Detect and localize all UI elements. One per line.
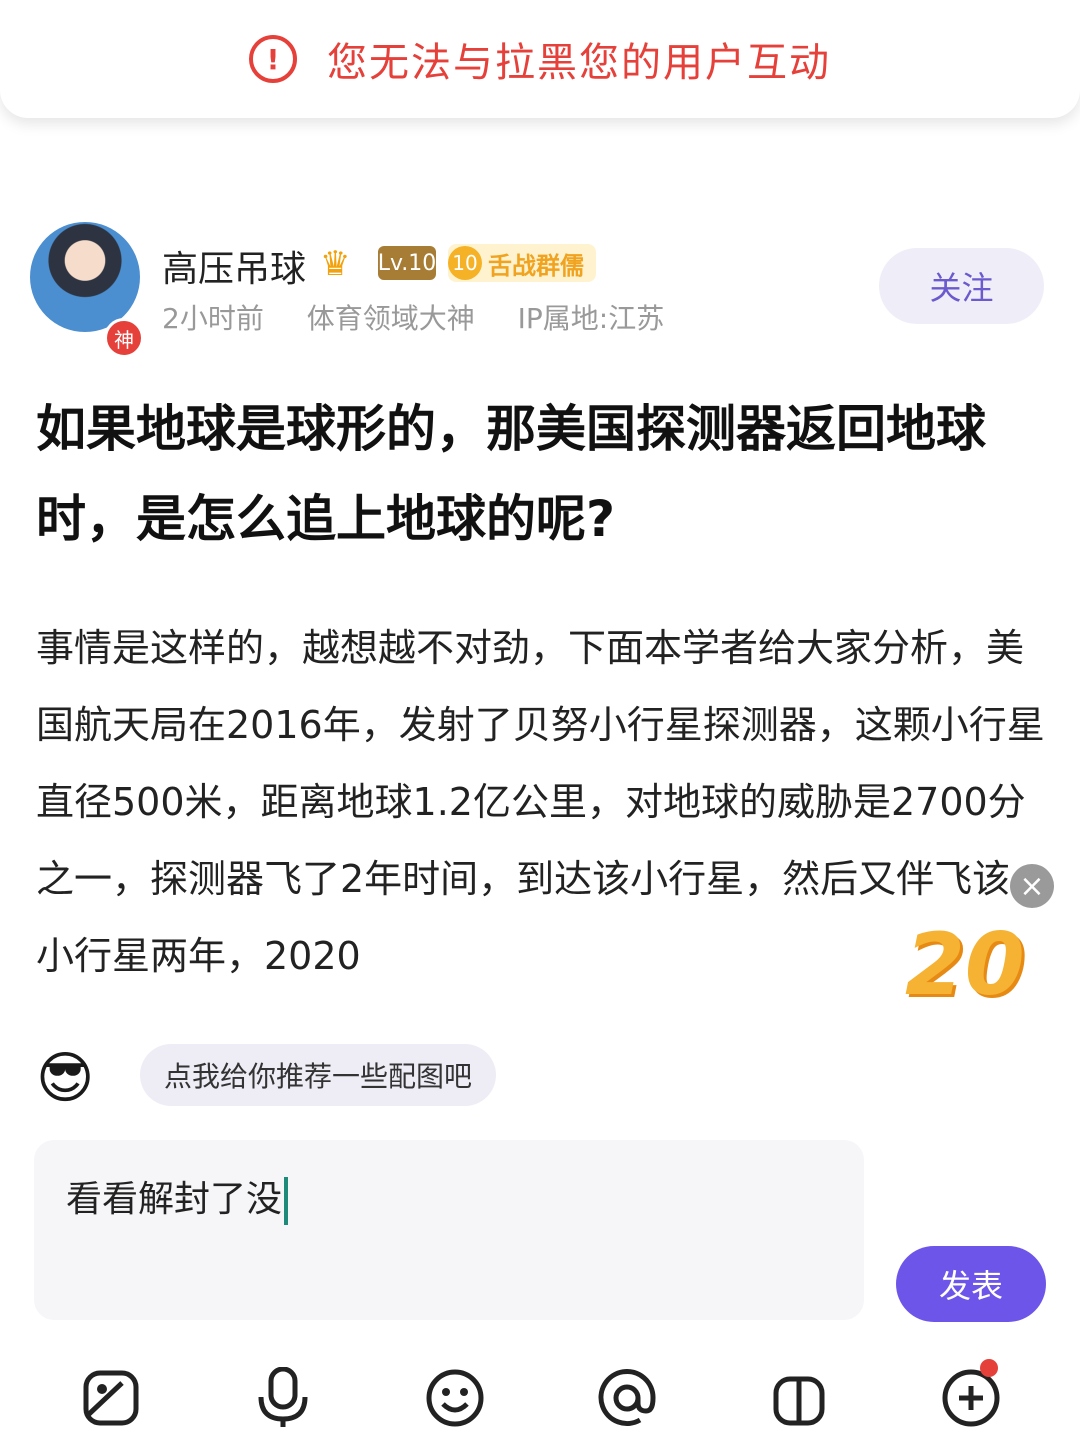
sunglasses-emoji-icon[interactable]: 😎 (36, 1046, 94, 1111)
title-badge-number: 10 (448, 246, 482, 280)
follow-button[interactable]: 关注 (879, 248, 1044, 324)
composer-toolbar (0, 1359, 1080, 1445)
emoji-icon[interactable] (422, 1365, 488, 1431)
author-name[interactable]: 高压吊球 (162, 240, 306, 292)
image-suggestion-bubble[interactable]: 点我给你推荐一些配图吧 (140, 1044, 497, 1106)
title-badge-text: 舌战群儒 (488, 251, 584, 280)
post-time: 2小时前 (162, 302, 264, 335)
toast-text: 您无法与拉黑您的用户互动 (327, 40, 831, 86)
anniversary-badge[interactable]: 20 (905, 915, 1030, 1015)
title-badge: 10 舌战群儒 (448, 244, 596, 282)
author-header: 神 高压吊球 ♛ Lv.10 10 舌战群儒 2小时前 体育领域大神 IP属地:… (30, 222, 1050, 358)
avatar-badge: 神 (104, 318, 144, 358)
avatar[interactable] (30, 222, 140, 332)
author-role: 体育领域大神 (306, 302, 475, 335)
gift-icon[interactable] (766, 1365, 832, 1431)
comment-input[interactable]: 看看解封了没 (34, 1140, 864, 1320)
post-body: 事情是这样的，越想越不对劲，下面本学者给大家分析，美国航天局在2016年，发射了… (36, 626, 1045, 978)
comment-input-value: 看看解封了没 (66, 1170, 289, 1225)
crown-icon: ♛ (320, 244, 351, 284)
add-icon[interactable] (938, 1359, 1004, 1431)
block-toast: ! 您无法与拉黑您的用户互动 (0, 0, 1080, 118)
text-caret (284, 1177, 289, 1225)
comment-composer: 😎 点我给你推荐一些配图吧 看看解封了没 发表 (0, 1010, 1080, 1446)
author-meta: 2小时前 体育领域大神 IP属地:江苏 (162, 297, 698, 337)
notification-dot (980, 1359, 998, 1377)
microphone-icon[interactable] (250, 1365, 316, 1431)
ip-location: IP属地:江苏 (517, 302, 665, 335)
alert-circle-icon: ! (249, 35, 297, 83)
post-title: 如果地球是球形的，那美国探测器返回地球时，是怎么追上地球的呢? (36, 400, 986, 548)
level-badge: Lv.10 (378, 246, 436, 280)
at-icon[interactable] (594, 1365, 660, 1431)
image-icon[interactable] (78, 1365, 144, 1431)
close-icon[interactable]: × (1010, 864, 1054, 908)
send-button[interactable]: 发表 (896, 1246, 1046, 1322)
